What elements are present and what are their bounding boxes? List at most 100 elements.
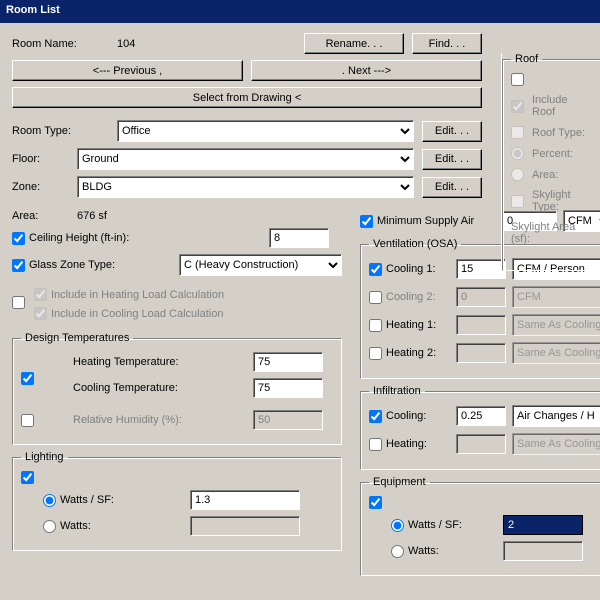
rename-button[interactable]: Rename. . . bbox=[304, 33, 404, 54]
heat-temp-label: Heating Temperature: bbox=[43, 356, 253, 368]
lighting-legend: Lighting bbox=[21, 451, 68, 463]
heating2-label: Heating 2: bbox=[386, 347, 456, 359]
zone-select[interactable]: BLDG bbox=[77, 176, 414, 198]
inf-heating-label: Heating: bbox=[386, 438, 456, 450]
inf-cooling-input[interactable] bbox=[456, 406, 506, 426]
roof-type-label: Roof Type: bbox=[532, 127, 585, 139]
heat-temp-input[interactable] bbox=[253, 352, 323, 372]
area-label: Area: bbox=[12, 210, 77, 222]
lighting-enable-checkbox[interactable] bbox=[21, 471, 34, 484]
lighting-watts-radio[interactable] bbox=[43, 520, 56, 533]
inf-heating-unit-select: Same As Cooling bbox=[512, 433, 600, 455]
floor-edit-button[interactable]: Edit. . . bbox=[422, 149, 482, 170]
skylight-area-label: Skylight Area (sf): bbox=[511, 221, 592, 245]
design-relhum-checkbox[interactable] bbox=[21, 414, 34, 427]
design-temp-group: Design Temperatures Heating Temperature:… bbox=[12, 332, 342, 445]
glass-zone-checkbox[interactable] bbox=[12, 259, 25, 272]
equipment-wsf-input[interactable] bbox=[503, 515, 583, 535]
roof-percent-radio bbox=[511, 147, 524, 160]
room-type-label: Room Type: bbox=[12, 125, 117, 137]
cool-temp-input[interactable] bbox=[253, 378, 323, 398]
zone-edit-button[interactable]: Edit. . . bbox=[422, 177, 482, 198]
skylight-type-checkbox bbox=[511, 195, 524, 208]
room-type-select[interactable]: Office bbox=[117, 120, 414, 142]
ceiling-checkbox[interactable] bbox=[12, 232, 25, 245]
cooling2-unit-select: CFM bbox=[512, 286, 600, 308]
relhum-input bbox=[253, 410, 323, 430]
include-roof-label: Include Roof bbox=[532, 94, 592, 118]
min-supply-label: Minimum Supply Air bbox=[377, 215, 502, 227]
zone-label: Zone: bbox=[12, 181, 77, 193]
cooling1-checkbox[interactable] bbox=[369, 263, 382, 276]
find-button[interactable]: Find. . . bbox=[412, 33, 482, 54]
roof-legend: Roof bbox=[511, 53, 542, 65]
inf-heating-checkbox[interactable] bbox=[369, 438, 382, 451]
room-name-value: 104 bbox=[117, 38, 177, 50]
roof-area-radio bbox=[511, 168, 524, 181]
lighting-watts-input bbox=[190, 516, 300, 536]
cooling2-input bbox=[456, 287, 506, 307]
cool-temp-label: Cooling Temperature: bbox=[43, 382, 253, 394]
equipment-legend: Equipment bbox=[369, 476, 430, 488]
heating2-checkbox[interactable] bbox=[369, 347, 382, 360]
heating1-label: Heating 1: bbox=[386, 319, 456, 331]
room-type-edit-button[interactable]: Edit. . . bbox=[422, 121, 482, 142]
infiltration-group: Infiltration Cooling: Air Changes / H He… bbox=[360, 385, 600, 470]
inf-cooling-checkbox[interactable] bbox=[369, 410, 382, 423]
equipment-watts-input bbox=[503, 541, 583, 561]
inf-heating-input bbox=[456, 434, 506, 454]
skylight-type-label: Skylight Type: bbox=[532, 189, 592, 213]
next-button[interactable]: . Next ---> bbox=[251, 60, 482, 81]
include-heat-checkbox bbox=[34, 288, 47, 301]
roof-type-checkbox bbox=[511, 126, 524, 139]
include-cool-checkbox bbox=[34, 307, 47, 320]
equipment-enable-checkbox[interactable] bbox=[369, 496, 382, 509]
floor-select[interactable]: Ground bbox=[77, 148, 414, 170]
roof-enable-checkbox[interactable] bbox=[511, 73, 524, 86]
glass-zone-label: Glass Zone Type: bbox=[29, 259, 179, 271]
glass-zone-select[interactable]: C (Heavy Construction) bbox=[179, 254, 342, 276]
cooling1-input[interactable] bbox=[456, 259, 506, 279]
equipment-watts-label: Watts: bbox=[408, 545, 503, 557]
equipment-wsf-label: Watts / SF: bbox=[408, 519, 503, 531]
select-from-drawing-button[interactable]: Select from Drawing < bbox=[12, 87, 482, 108]
min-supply-checkbox[interactable] bbox=[360, 215, 373, 228]
equipment-wsf-radio[interactable] bbox=[391, 519, 404, 532]
floor-label: Floor: bbox=[12, 153, 77, 165]
infiltration-legend: Infiltration bbox=[369, 385, 425, 397]
lighting-watts-label: Watts: bbox=[60, 520, 190, 532]
design-temp-legend: Design Temperatures bbox=[21, 332, 133, 344]
heating2-input bbox=[456, 343, 506, 363]
lighting-wsf-radio[interactable] bbox=[43, 494, 56, 507]
equipment-group: Equipment Watts / SF: Watts: bbox=[360, 476, 600, 576]
cooling2-checkbox[interactable] bbox=[369, 291, 382, 304]
heating1-checkbox[interactable] bbox=[369, 319, 382, 332]
area-value: 676 sf bbox=[77, 210, 107, 222]
equipment-watts-radio[interactable] bbox=[391, 545, 404, 558]
heating2-unit-select: Same As Cooling bbox=[512, 342, 600, 364]
cooling1-label: Cooling 1: bbox=[386, 263, 456, 275]
lighting-wsf-label: Watts / SF: bbox=[60, 494, 190, 506]
cooling2-label: Cooling 2: bbox=[386, 291, 456, 303]
prev-button[interactable]: <--- Previous , bbox=[12, 60, 243, 81]
include-roof-checkbox bbox=[511, 100, 524, 113]
roof-area-label: Area: bbox=[532, 169, 558, 181]
ventilation-legend: Ventilation (OSA) bbox=[369, 238, 461, 250]
heating1-input bbox=[456, 315, 506, 335]
relhum-label: Relative Humidity (%): bbox=[43, 414, 253, 426]
lighting-group: Lighting Watts / SF: Watts: bbox=[12, 451, 342, 551]
heating1-unit-select: Same As Cooling bbox=[512, 314, 600, 336]
roof-percent-label: Percent: bbox=[532, 148, 573, 160]
include-cool-label: Include in Cooling Load Calculation bbox=[51, 308, 223, 320]
inf-cooling-unit-select[interactable]: Air Changes / H bbox=[512, 405, 600, 427]
include-master-checkbox[interactable] bbox=[12, 296, 25, 309]
ceiling-input[interactable] bbox=[269, 228, 329, 248]
design-heat-checkbox[interactable] bbox=[21, 372, 34, 385]
lighting-wsf-input[interactable] bbox=[190, 490, 300, 510]
include-heat-label: Include in Heating Load Calculation bbox=[51, 289, 224, 301]
room-name-label: Room Name: bbox=[12, 38, 117, 50]
window-title: Room List bbox=[0, 0, 600, 23]
ceiling-label: Ceiling Height (ft-in): bbox=[29, 232, 269, 244]
roof-group: Roof Include Roof Roof Type: Percent: Ar… bbox=[502, 53, 600, 271]
inf-cooling-label: Cooling: bbox=[386, 410, 456, 422]
